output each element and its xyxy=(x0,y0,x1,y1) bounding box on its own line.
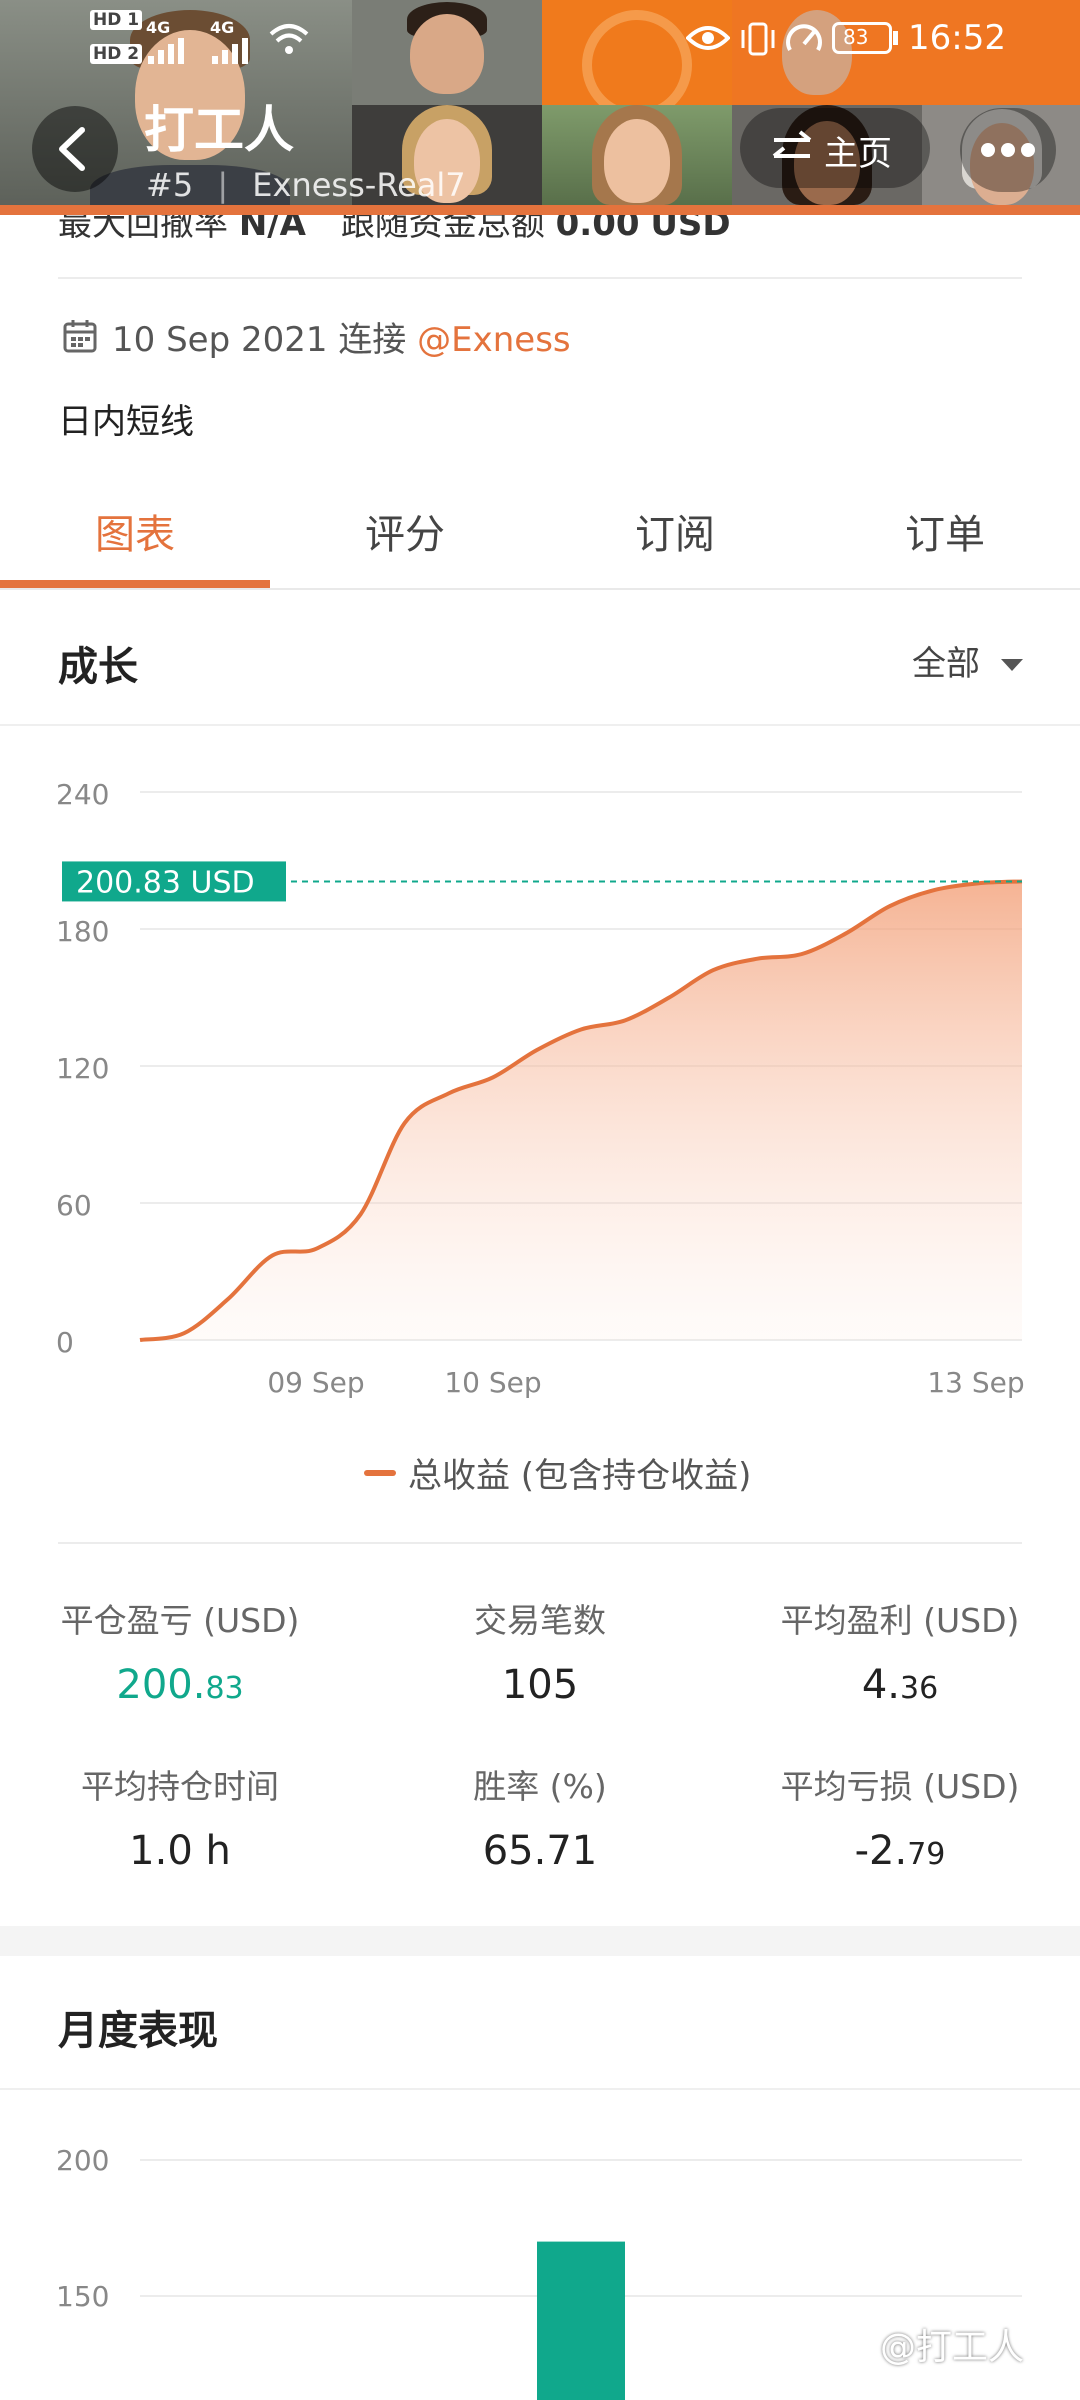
stat-label: 胜率 (%) xyxy=(473,1767,607,1806)
stat-value: 65.71 xyxy=(380,1828,700,1874)
wifi-icon xyxy=(269,24,309,54)
tab-chart[interactable]: 图表 xyxy=(0,470,270,586)
clock: 16:52 xyxy=(908,18,1006,58)
stat-label: 交易笔数 xyxy=(474,1601,606,1640)
back-button[interactable] xyxy=(32,106,118,192)
broker-link[interactable]: @Exness xyxy=(417,320,571,360)
avatar-tile xyxy=(542,105,732,215)
y-tick-label: 0 xyxy=(56,1326,74,1359)
connection-info: 10 Sep 2021 连接 @Exness xyxy=(112,312,571,361)
stat-label: 平均亏损 (USD) xyxy=(780,1767,1020,1806)
status-bar: HD 1 HD 2 4G 4G 83 16:52 xyxy=(0,0,1080,80)
home-label: 主页 xyxy=(824,134,892,174)
speed-icon xyxy=(786,24,822,51)
divider xyxy=(0,2088,1080,2090)
stat-label: 平均盈利 (USD) xyxy=(780,1601,1020,1640)
profile-header: HD 1 HD 2 4G 4G 83 16:52 打工人 #5 | Exness… xyxy=(0,0,1080,215)
signal-icon xyxy=(212,38,248,64)
calendar-icon xyxy=(63,320,97,353)
growth-title: 成长 xyxy=(58,644,138,690)
bar xyxy=(537,2241,625,2400)
stat-value-decimals: 83 xyxy=(205,1671,244,1706)
tab-bar: 图表 评分 订阅 订单 xyxy=(0,470,1080,590)
x-tick-label: 09 Sep xyxy=(267,1366,364,1399)
tab-divider xyxy=(0,588,1080,590)
hd-badge: HD 1 xyxy=(90,10,143,30)
more-button[interactable] xyxy=(960,108,1056,192)
legend-label: 总收益 (包含持仓收益) xyxy=(408,1456,752,1496)
rank-label: #5 xyxy=(146,166,194,204)
stat-value-main: 4. xyxy=(861,1662,900,1708)
divider xyxy=(0,724,1080,726)
section-gap xyxy=(0,1926,1080,1956)
y-tick-label: 60 xyxy=(56,1189,92,1222)
divider xyxy=(58,277,1022,279)
active-tab-indicator xyxy=(0,580,270,588)
battery-level: 83 xyxy=(843,25,869,49)
header-accent-line xyxy=(0,205,1080,215)
home-button[interactable]: 主页 xyxy=(740,108,930,188)
stat-label: 平均持仓时间 xyxy=(81,1767,279,1806)
x-tick-label: 13 Sep xyxy=(927,1366,1024,1399)
battery-tip xyxy=(893,31,898,45)
stat-value-decimals: 36 xyxy=(899,1671,939,1706)
vibrate-icon xyxy=(741,22,775,56)
stat-value: -2.79 xyxy=(740,1828,1060,1874)
stat-value: 105 xyxy=(380,1662,700,1708)
dropdown-icon xyxy=(1000,659,1023,671)
stat-value-main: -2. xyxy=(854,1828,908,1874)
period-filter[interactable]: 全部 xyxy=(912,636,1025,685)
tab-subscribe[interactable]: 订阅 xyxy=(540,470,810,586)
y-tick-label: 120 xyxy=(56,1052,109,1085)
account-subtitle: #5 | Exness-Real7 xyxy=(146,166,466,204)
eye-icon xyxy=(686,26,730,50)
series-area xyxy=(140,881,1022,1340)
network-label: 4G xyxy=(210,18,235,37)
monthly-title: 月度表现 xyxy=(58,2008,218,2054)
account-label: Exness-Real7 xyxy=(252,166,466,204)
battery-icon: 83 xyxy=(832,22,892,54)
stat-value-main: 200. xyxy=(116,1662,206,1708)
tab-orders[interactable]: 订单 xyxy=(810,470,1080,586)
separator: | xyxy=(217,166,229,204)
stat-value-main: 65.71 xyxy=(482,1828,598,1874)
divider xyxy=(58,1542,1022,1544)
signal-icon xyxy=(148,38,184,64)
watermark: @打工人 xyxy=(880,2327,1025,2368)
period-filter-label: 全部 xyxy=(912,644,980,684)
hd-badge: HD 2 xyxy=(90,44,143,64)
x-tick-label: 10 Sep xyxy=(444,1366,541,1399)
stat-label: 平仓盈亏 (USD) xyxy=(60,1601,300,1640)
stat-value: 1.0 h xyxy=(20,1828,340,1874)
stat-value-main: 1.0 h xyxy=(129,1828,231,1874)
network-label: 4G xyxy=(146,18,171,37)
y-tick-label: 240 xyxy=(56,778,109,811)
page-title: 打工人 xyxy=(144,101,294,159)
connection-date: 10 Sep 2021 xyxy=(112,320,328,360)
value-tag-label: 200.83 USD xyxy=(76,865,255,900)
more-icon xyxy=(981,143,1035,157)
stat-value-main: 105 xyxy=(501,1662,579,1708)
stat-value: 4.36 xyxy=(740,1662,1060,1708)
tab-rating[interactable]: 评分 xyxy=(270,470,540,586)
strategy-description: 日内短线 xyxy=(58,402,194,442)
swap-icon xyxy=(772,130,812,158)
stat-value-decimals: 79 xyxy=(907,1837,946,1872)
growth-chart: 0 60 120 180 240 200.83 USD 09 Sep 10 Sep 13 Sep xyxy=(56,778,1025,1399)
connection-verb: 连接 xyxy=(338,320,407,360)
y-tick-label: 180 xyxy=(56,915,109,948)
y-tick-label: 200 xyxy=(56,2144,109,2177)
stat-value: 200.83 xyxy=(20,1662,340,1708)
legend-swatch xyxy=(364,1470,396,1476)
back-arrow-icon xyxy=(59,127,85,171)
y-tick-label: 150 xyxy=(56,2280,109,2313)
